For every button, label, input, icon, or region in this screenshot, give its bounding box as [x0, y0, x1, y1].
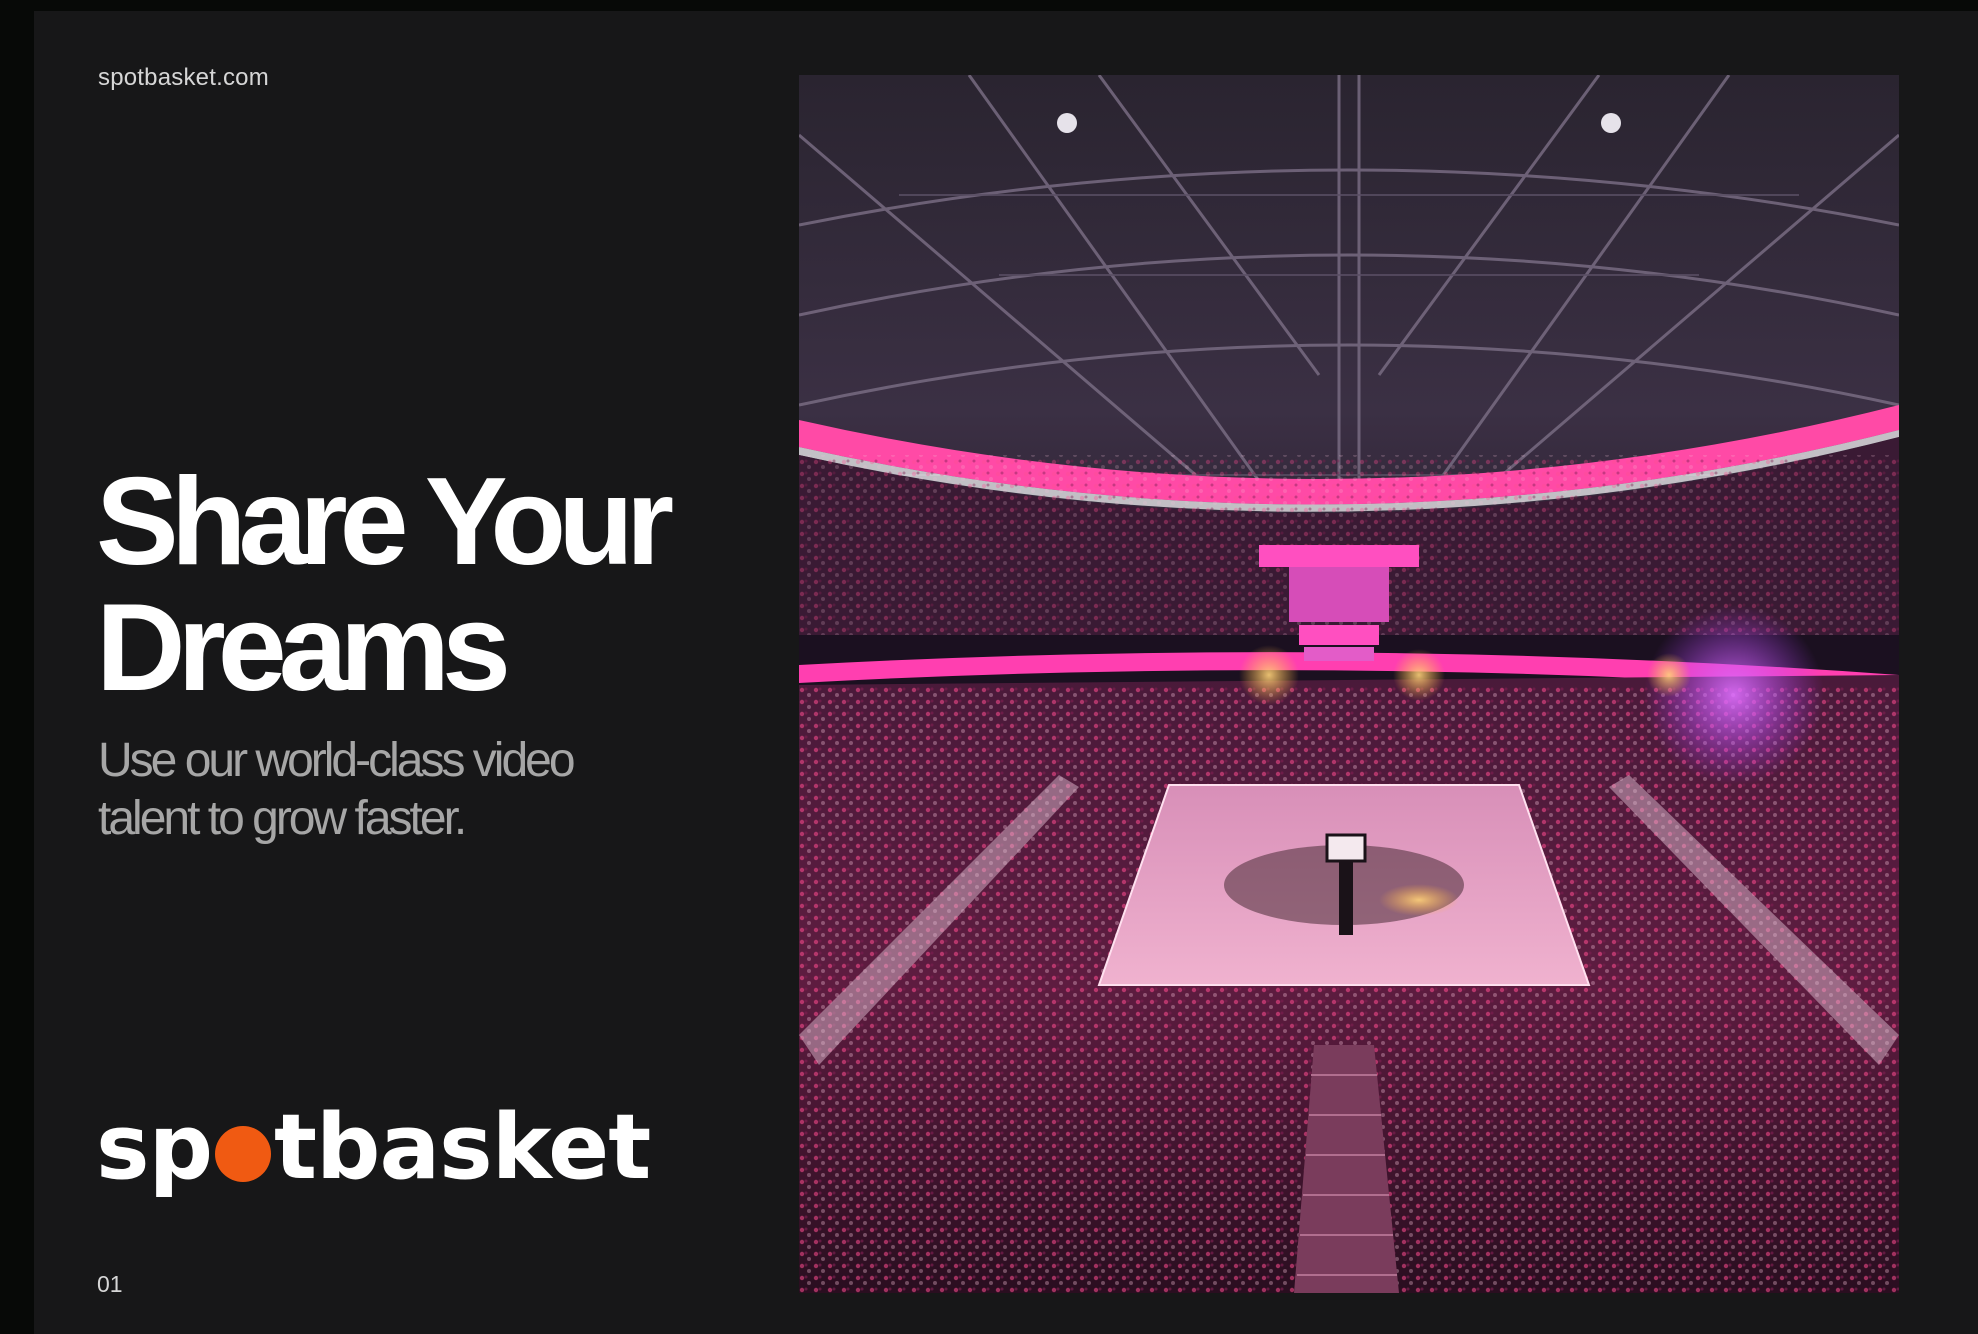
site-url[interactable]: spotbasket.com [98, 64, 269, 92]
page-number: 01 [97, 1271, 123, 1297]
subheadline: Use our world-class video talent to grow… [98, 732, 738, 848]
headline-line-2: Dreams [96, 579, 511, 717]
logo-ball-icon [215, 1126, 271, 1182]
headline: Share Your Dreams [96, 459, 736, 711]
headline-line-1: Share Your [96, 453, 674, 591]
arena-photo [799, 75, 1899, 1293]
spotbasket-logo: sp tbasket [96, 1093, 651, 1203]
subheadline-line-1: Use our world-class video [98, 734, 576, 787]
logo-text-end: tbasket [274, 1095, 651, 1200]
slide: spotbasket.com Share Your Dreams Use our… [34, 11, 1978, 1334]
logo-text-start: sp [96, 1095, 213, 1200]
subheadline-line-2: talent to grow faster. [98, 792, 467, 845]
arena-illustration [799, 75, 1899, 1293]
